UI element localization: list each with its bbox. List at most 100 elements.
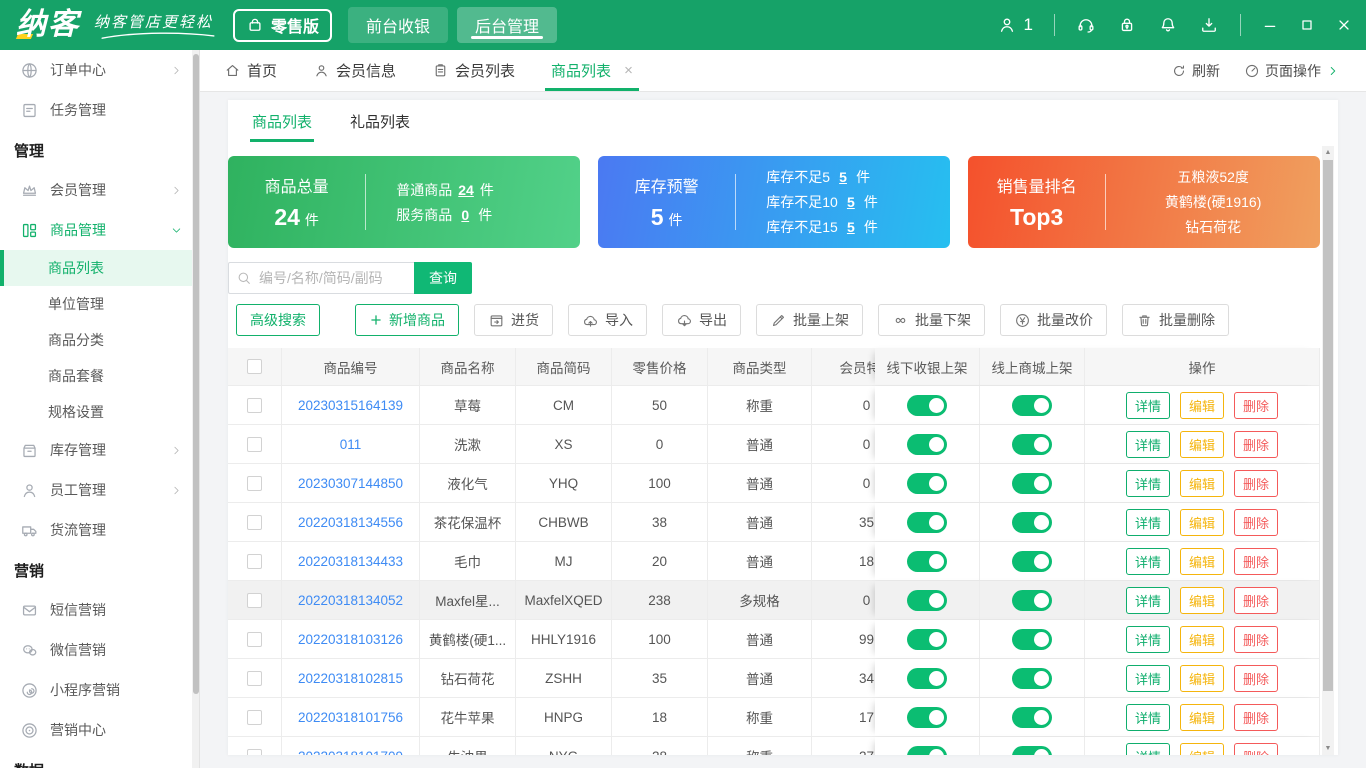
mall-listed-toggle[interactable] [1012, 394, 1052, 416]
toolbar-button[interactable]: 导入 [568, 304, 647, 336]
sidebar-item[interactable]: 规格设置 [0, 394, 199, 430]
mode-button[interactable]: 后台管理 [457, 7, 558, 43]
lock-icon[interactable] [1117, 15, 1137, 35]
download-icon[interactable] [1199, 15, 1219, 35]
sidebar-item[interactable]: 管理 [0, 130, 199, 170]
sidebar-item[interactable]: 货流管理 [0, 510, 199, 550]
headset-icon[interactable] [1076, 15, 1096, 35]
delete-button[interactable]: 删除 [1234, 586, 1279, 614]
sidebar-item[interactable]: 订单中心 [0, 50, 199, 90]
toolbar-button[interactable]: 批量删除 [1122, 304, 1229, 336]
tab-close-icon[interactable]: × [624, 63, 633, 78]
row-checkbox[interactable] [247, 397, 262, 413]
sidebar-item[interactable]: 小程序营销 [0, 670, 199, 710]
pos-listed-toggle[interactable] [907, 706, 947, 728]
mall-listed-toggle[interactable] [1012, 745, 1052, 755]
edit-button[interactable]: 编辑 [1179, 703, 1224, 731]
goods-id-link[interactable]: 20220318102815 [298, 671, 403, 686]
detail-button[interactable]: 详情 [1125, 469, 1170, 497]
sidebar-item[interactable]: 商品套餐 [0, 358, 199, 394]
pos-listed-toggle[interactable] [907, 472, 947, 494]
sidebar-item[interactable]: 营销 [0, 550, 199, 590]
page-operations-button[interactable]: 页面操作 [1244, 61, 1340, 81]
search-input[interactable] [228, 262, 414, 294]
row-checkbox[interactable] [247, 748, 262, 755]
delete-button[interactable]: 删除 [1234, 508, 1279, 536]
sidebar-item[interactable]: 商品分类 [0, 322, 199, 358]
detail-button[interactable]: 详情 [1125, 547, 1170, 575]
sidebar-item[interactable]: 商品管理 [0, 210, 199, 250]
goods-id-link[interactable]: 20220318101709 [298, 749, 403, 756]
detail-button[interactable]: 详情 [1125, 625, 1170, 653]
page-tab[interactable]: 商品列表 × [545, 50, 639, 91]
edit-button[interactable]: 编辑 [1179, 547, 1224, 575]
edit-button[interactable]: 编辑 [1179, 586, 1224, 614]
detail-button[interactable]: 详情 [1125, 430, 1170, 458]
sidebar-scrollbar-thumb[interactable] [192, 54, 199, 694]
edit-button[interactable]: 编辑 [1179, 664, 1224, 692]
row-checkbox[interactable] [247, 592, 262, 608]
row-checkbox[interactable] [247, 709, 262, 725]
edit-button[interactable]: 编辑 [1179, 625, 1224, 653]
sidebar-item[interactable]: 微信营销 [0, 630, 199, 670]
detail-button[interactable]: 详情 [1125, 664, 1170, 692]
goods-id-link[interactable]: 20230315164139 [298, 398, 403, 413]
sidebar-item[interactable]: 员工管理 [0, 470, 199, 510]
mall-listed-toggle[interactable] [1012, 628, 1052, 650]
goods-id-link[interactable]: 20230307144850 [298, 476, 403, 491]
row-checkbox[interactable] [247, 631, 262, 647]
panel-tab[interactable]: 礼品列表 [350, 100, 410, 142]
delete-button[interactable]: 删除 [1234, 703, 1279, 731]
delete-button[interactable]: 删除 [1234, 664, 1279, 692]
mall-listed-toggle[interactable] [1012, 667, 1052, 689]
page-tab[interactable]: 会员列表 [432, 50, 515, 91]
minimize-button[interactable] [1262, 17, 1278, 33]
toolbar-button[interactable]: 导出 [662, 304, 741, 336]
goods-id-link[interactable]: 011 [340, 437, 362, 452]
sidebar-item[interactable]: 单位管理 [0, 286, 199, 322]
sidebar-scrollbar[interactable] [192, 50, 199, 768]
mall-listed-toggle[interactable] [1012, 706, 1052, 728]
panel-scrollbar-thumb[interactable] [1323, 160, 1333, 691]
delete-button[interactable]: 删除 [1234, 742, 1279, 755]
row-checkbox[interactable] [247, 670, 262, 686]
goods-id-link[interactable]: 20220318103126 [298, 632, 403, 647]
pos-listed-toggle[interactable] [907, 511, 947, 533]
toolbar-button[interactable]: 批量改价 [1000, 304, 1107, 336]
panel-scrollbar[interactable]: ▲ ▼ [1322, 146, 1334, 755]
detail-button[interactable]: 详情 [1125, 391, 1170, 419]
mode-button[interactable]: 前台收银 [348, 7, 449, 43]
toolbar-button[interactable]: 高级搜索 [236, 304, 320, 336]
pos-listed-toggle[interactable] [907, 628, 947, 650]
page-tab[interactable]: 首页 [224, 50, 277, 91]
row-checkbox[interactable] [247, 436, 262, 452]
delete-button[interactable]: 删除 [1234, 469, 1279, 497]
sidebar-item[interactable]: 商品列表 [0, 250, 199, 286]
sidebar-item[interactable]: 任务管理 [0, 90, 199, 130]
row-checkbox[interactable] [247, 475, 262, 491]
page-tab[interactable]: 会员信息 [313, 50, 396, 91]
goods-id-link[interactable]: 20220318134556 [298, 515, 403, 530]
detail-button[interactable]: 详情 [1125, 703, 1170, 731]
select-all-checkbox[interactable] [247, 359, 262, 374]
goods-id-link[interactable]: 20220318134433 [298, 554, 403, 569]
toolbar-button[interactable]: 批量上架 [756, 304, 863, 336]
goods-id-link[interactable]: 20220318101756 [298, 710, 403, 725]
pos-listed-toggle[interactable] [907, 589, 947, 611]
maximize-button[interactable] [1299, 17, 1315, 33]
sidebar-item[interactable]: 会员管理 [0, 170, 199, 210]
goods-id-link[interactable]: 20220318134052 [298, 593, 403, 608]
sidebar-item[interactable]: 数据 [0, 750, 199, 768]
sidebar-item[interactable]: 营销中心 [0, 710, 199, 750]
pos-listed-toggle[interactable] [907, 433, 947, 455]
delete-button[interactable]: 删除 [1234, 625, 1279, 653]
panel-tab[interactable]: 商品列表 [249, 100, 315, 142]
query-button[interactable]: 查询 [414, 262, 472, 294]
detail-button[interactable]: 详情 [1125, 742, 1170, 755]
edit-button[interactable]: 编辑 [1179, 391, 1224, 419]
mall-listed-toggle[interactable] [1012, 589, 1052, 611]
edit-button[interactable]: 编辑 [1179, 508, 1224, 536]
delete-button[interactable]: 删除 [1234, 430, 1279, 458]
toolbar-button[interactable]: 新增商品 [355, 304, 459, 336]
mall-listed-toggle[interactable] [1012, 511, 1052, 533]
